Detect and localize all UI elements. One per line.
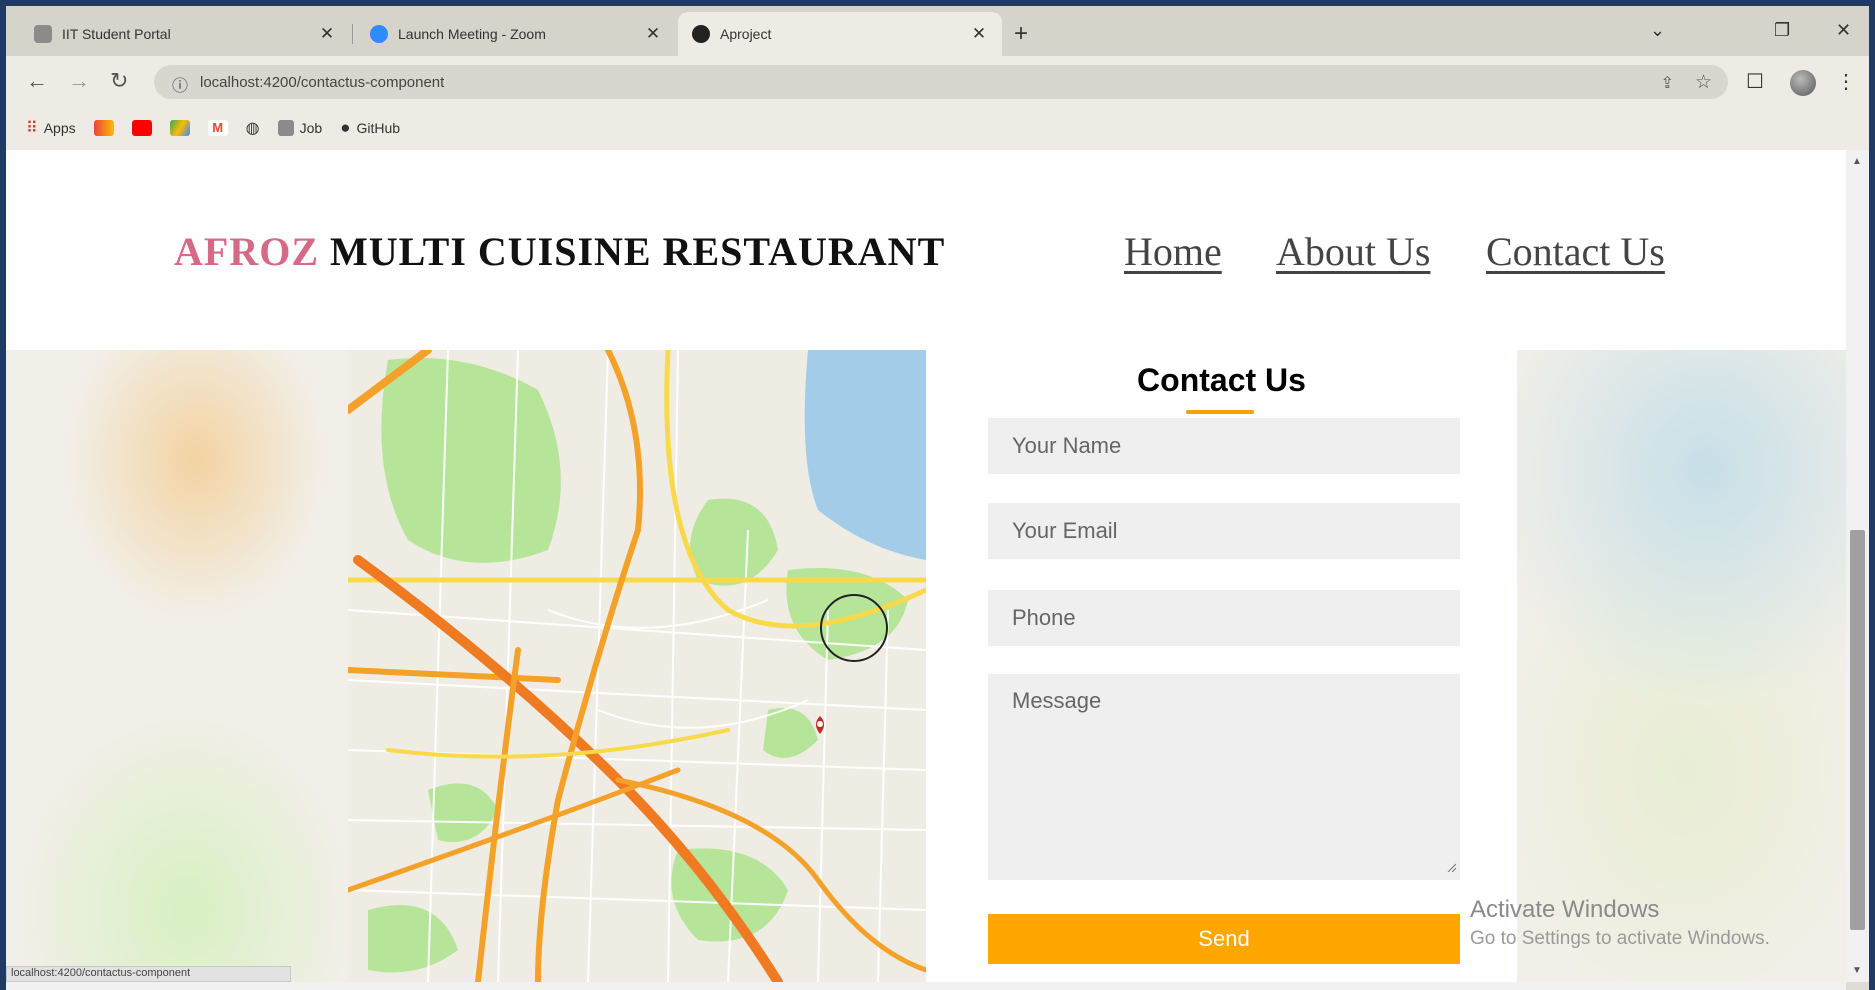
bookmark-label: Job bbox=[299, 120, 323, 136]
share-icon[interactable]: ⇪ bbox=[1661, 73, 1674, 93]
browser-window: IIT Student Portal ✕ Launch Meeting - Zo… bbox=[6, 6, 1869, 990]
scroll-down-icon[interactable]: ▼ bbox=[1852, 965, 1862, 976]
tab-strip: IIT Student Portal ✕ Launch Meeting - Zo… bbox=[6, 6, 1869, 56]
tab-divider bbox=[352, 24, 353, 44]
profile-avatar[interactable] bbox=[1790, 70, 1816, 96]
url-text: localhost:4200/contactus-component bbox=[200, 74, 445, 91]
zoom-icon bbox=[370, 25, 388, 43]
brand-accent: AFROZ bbox=[174, 229, 319, 274]
tab-zoom[interactable]: Launch Meeting - Zoom ✕ bbox=[356, 12, 676, 56]
address-toolbar: ← → ↻ ⓘ localhost:4200/contactus-compone… bbox=[6, 56, 1869, 106]
close-icon[interactable]: ✕ bbox=[970, 24, 988, 44]
nav-home[interactable]: Home bbox=[1124, 228, 1222, 275]
apps-grid-icon: ⠿ bbox=[26, 120, 38, 137]
new-tab-button[interactable]: + bbox=[1014, 20, 1028, 48]
youtube-icon[interactable] bbox=[131, 120, 152, 136]
resize-grip-icon[interactable] bbox=[1446, 862, 1456, 872]
site-header: AFROZ MULTI CUISINE RESTAURANT Home Abou… bbox=[6, 150, 1846, 350]
close-icon[interactable]: ✕ bbox=[318, 24, 336, 44]
scrollbar-thumb[interactable] bbox=[1850, 530, 1865, 930]
minimize-button[interactable]: ⌄ bbox=[1650, 20, 1665, 41]
gmail-icon[interactable]: M bbox=[207, 120, 228, 136]
brand-name: MULTI CUISINE RESTAURANT bbox=[330, 229, 946, 274]
forward-icon[interactable]: → bbox=[68, 68, 90, 94]
menu-icon[interactable]: ⋮ bbox=[1836, 69, 1856, 94]
phone-input[interactable] bbox=[988, 590, 1460, 646]
activation-watermark-title: Activate Windows bbox=[1470, 896, 1660, 923]
email-input[interactable] bbox=[988, 503, 1460, 559]
status-bar-url: localhost:4200/contactus-component bbox=[6, 966, 291, 982]
map-graphic bbox=[348, 350, 926, 982]
site-brand[interactable]: AFROZ MULTI CUISINE RESTAURANT bbox=[174, 228, 945, 275]
scroll-up-icon[interactable]: ▲ bbox=[1852, 156, 1862, 167]
portal-icon bbox=[34, 25, 52, 43]
tab-student-portal[interactable]: IIT Student Portal ✕ bbox=[20, 12, 350, 56]
page-viewport: AFROZ MULTI CUISINE RESTAURANT Home Abou… bbox=[6, 150, 1846, 982]
tab-aproject[interactable]: Aproject ✕ bbox=[678, 12, 1002, 56]
bookmark-star-icon[interactable]: ☆ bbox=[1695, 71, 1712, 94]
bookmarks-bar: ⠿ Apps M ◍ Job ● GitHub bbox=[6, 106, 1869, 150]
angular-icon bbox=[692, 25, 710, 43]
location-map[interactable] bbox=[348, 350, 926, 982]
google-drive-icon[interactable] bbox=[169, 120, 190, 136]
globe-icon[interactable]: ◍ bbox=[246, 118, 260, 138]
nav-about-us[interactable]: About Us bbox=[1276, 228, 1430, 275]
drive-shortcut-icon[interactable] bbox=[93, 120, 114, 136]
info-icon[interactable]: ⓘ bbox=[172, 72, 188, 96]
bookmark-label: GitHub bbox=[356, 120, 401, 136]
bookmark-label: Apps bbox=[43, 120, 76, 136]
activation-watermark-hint: Go to Settings to activate Windows. bbox=[1470, 928, 1770, 949]
title-underline bbox=[1186, 410, 1254, 414]
bookmark-job[interactable]: Job bbox=[277, 120, 323, 136]
tab-label: Launch Meeting - Zoom bbox=[398, 26, 546, 42]
message-textarea[interactable] bbox=[988, 674, 1460, 880]
horizontal-scrollbar[interactable] bbox=[6, 982, 1846, 990]
tab-label: Aproject bbox=[720, 26, 772, 42]
side-panel-icon[interactable]: ☐ bbox=[1746, 69, 1764, 94]
window-close-button[interactable]: ✕ bbox=[1836, 20, 1851, 41]
tab-label: IIT Student Portal bbox=[62, 26, 171, 42]
contact-form-card: Contact Us Send bbox=[926, 350, 1517, 982]
contact-title: Contact Us bbox=[1137, 362, 1306, 398]
address-bar[interactable]: ⓘ localhost:4200/contactus-component ⇪ ☆ bbox=[154, 65, 1728, 99]
job-icon bbox=[277, 120, 294, 136]
name-input[interactable] bbox=[988, 418, 1460, 474]
close-icon[interactable]: ✕ bbox=[644, 24, 662, 44]
bookmark-github[interactable]: ● GitHub bbox=[340, 118, 400, 138]
reload-icon[interactable]: ↻ bbox=[110, 68, 128, 94]
send-button[interactable]: Send bbox=[988, 914, 1460, 964]
vertical-scrollbar[interactable]: ▲ ▼ bbox=[1846, 150, 1869, 982]
nav-contact-us[interactable]: Contact Us bbox=[1486, 228, 1665, 275]
back-icon[interactable]: ← bbox=[26, 68, 48, 94]
bookmark-apps[interactable]: ⠿ Apps bbox=[26, 118, 76, 138]
restore-button[interactable]: ❐ bbox=[1774, 20, 1790, 41]
github-icon: ● bbox=[340, 118, 351, 137]
